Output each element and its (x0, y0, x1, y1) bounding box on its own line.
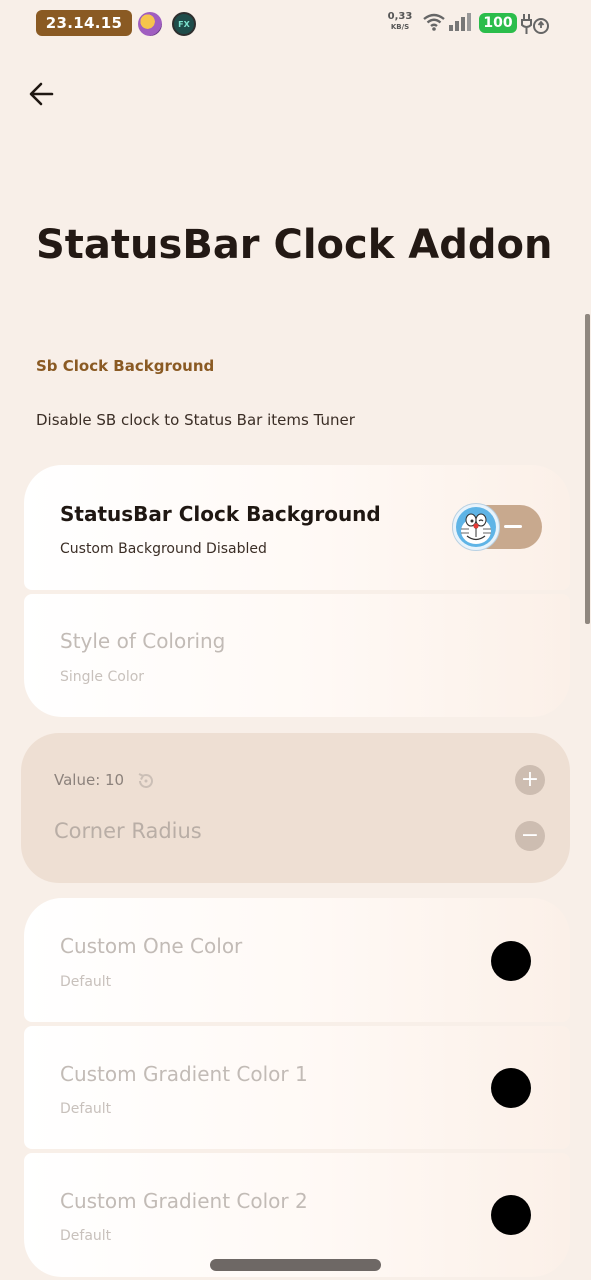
custom-gradient-2-title: Custom Gradient Color 2 (60, 1189, 308, 1213)
custom-gradient-1-setting[interactable]: Custom Gradient Color 1 Default (24, 1026, 570, 1149)
signal-icon (449, 13, 471, 31)
network-speed-value: 0,33 (387, 11, 413, 22)
style-of-coloring-title: Style of Coloring (60, 629, 226, 653)
page-title: StatusBar Clock Addon (36, 222, 553, 268)
fx-app-icon: FX (172, 12, 196, 36)
wifi-icon (423, 13, 445, 31)
charging-icon (521, 14, 549, 34)
app-avatar-icon (138, 12, 162, 36)
arrow-left-icon[interactable] (26, 80, 58, 108)
corner-radius-value: Value: 10 (54, 771, 125, 789)
clock-background-title: StatusBar Clock Background (60, 502, 381, 526)
clock-background-subtitle: Custom Background Disabled (60, 541, 267, 557)
home-indicator[interactable] (210, 1259, 381, 1271)
scrollbar[interactable] (585, 314, 590, 624)
style-of-coloring-subtitle: Single Color (60, 669, 145, 685)
custom-gradient-2-subtitle: Default (60, 1228, 112, 1244)
status-clock: 23.14.15 (36, 10, 132, 36)
network-speed-unit: KB/S (390, 23, 410, 31)
custom-one-color-swatch[interactable] (491, 941, 531, 981)
custom-gradient-1-title: Custom Gradient Color 1 (60, 1062, 308, 1086)
corner-radius-title: Corner Radius (54, 819, 202, 843)
reset-icon[interactable] (135, 770, 157, 792)
toggle-off-indicator (504, 525, 522, 528)
custom-one-color-title: Custom One Color (60, 934, 243, 958)
custom-one-color-subtitle: Default (60, 974, 112, 990)
corner-radius-setting: Value: 10 Corner Radius + − (21, 733, 570, 883)
style-of-coloring-setting[interactable]: Style of Coloring Single Color (24, 594, 570, 717)
custom-gradient-1-subtitle: Default (60, 1101, 112, 1117)
decrease-button[interactable]: − (515, 821, 545, 851)
custom-one-color-setting[interactable]: Custom One Color Default (24, 898, 570, 1022)
custom-gradient-2-swatch[interactable] (491, 1195, 531, 1235)
clock-background-toggle[interactable] (452, 503, 542, 551)
clock-background-setting[interactable]: StatusBar Clock Background Custom Backgr… (24, 465, 570, 590)
custom-gradient-1-swatch[interactable] (491, 1068, 531, 1108)
increase-button[interactable]: + (515, 765, 545, 795)
battery-indicator: 100 (479, 13, 517, 33)
section-description: Disable SB clock to Status Bar items Tun… (36, 411, 355, 429)
doraemon-knob-icon (452, 503, 500, 551)
section-label: Sb Clock Background (36, 357, 215, 375)
network-speed: 0,33 KB/S (384, 12, 416, 32)
